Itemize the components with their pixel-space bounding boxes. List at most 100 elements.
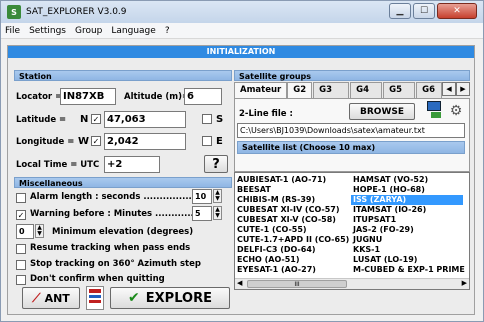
resume-checkbox[interactable] [16,244,26,254]
explore-button[interactable]: ✔ EXPLORE [110,287,230,309]
min-elevation-label: Minimum elevation (degrees) [52,227,194,237]
latitude-n-label: N [80,114,89,125]
tab-scroll-left-icon[interactable]: ◀ [442,82,456,96]
list-item[interactable]: KKS-1 [351,245,465,255]
warning-input[interactable]: 5 [192,206,212,221]
stop-tracking-checkbox[interactable] [16,260,26,270]
list-item-selected[interactable]: ISS (ZARYA) [351,195,463,205]
warning-spinner[interactable]: ▲ ▼ [213,206,222,220]
calculator-icon[interactable] [86,286,104,310]
latitude-n-checkbox[interactable]: ✓ [91,114,101,124]
altitude-label: Altitude (m)= [124,92,190,102]
list-item[interactable]: BEESAT [235,185,349,195]
localtime-label: Local Time = UTC [16,160,100,170]
tab-content: 2-Line file : BROWSE ⚙ C:\Users\BJ1039\D… [234,98,470,172]
tab-g5[interactable]: G5 [383,82,416,98]
initialization-header: INITIALIZATION [8,46,474,58]
locator-label: Locator = [16,92,63,102]
tab-g6[interactable]: G6 [416,82,443,98]
scroll-right-icon[interactable]: ▶ [462,279,467,287]
list-item[interactable]: LUSAT (LO-19) [351,255,465,265]
antenna-icon: ⟋ [32,290,41,305]
menu-help[interactable]: ? [165,26,170,36]
satellite-icon[interactable]: ⚙ [447,103,465,119]
alarm-checkbox[interactable] [16,193,26,203]
tab-amateur[interactable]: Amateur [234,82,288,98]
menu-settings[interactable]: Settings [29,26,66,36]
ant-label: ANT [44,291,70,305]
list-item[interactable]: HAMSAT (VO-52) [351,175,465,185]
tab-scroll-right-icon[interactable]: ▶ [456,82,470,96]
minimize-button[interactable]: ▁ [389,3,411,19]
longitude-w-checkbox[interactable]: ✓ [91,136,101,146]
list-item[interactable]: AUBIESAT-1 (AO-71) [235,175,349,185]
browse-button[interactable]: BROWSE [349,103,415,120]
latitude-s-checkbox[interactable] [202,114,212,124]
list-item[interactable]: CUBESAT XI-IV (CO-57) [235,205,349,215]
list-item[interactable]: CUBESAT XI-V (CO-58) [235,215,349,225]
path-input[interactable]: C:\Users\BJ1039\Downloads\satex\amateur.… [237,123,465,138]
satlist-col1: AUBIESAT-1 (AO-71) BEESAT CHIBIS-M (RS-3… [235,175,349,275]
no-confirm-checkbox[interactable] [16,275,26,285]
list-item[interactable]: JUGNU [351,235,465,245]
latitude-s-label: S [216,114,224,125]
app-window: S SAT_EXPLORER V3.0.9 ▁ ☐ ✕ File Setting… [0,0,484,322]
altitude-input[interactable]: 6 [184,88,222,105]
help-button[interactable]: ? [204,155,228,173]
alarm-label: Alarm length : seconds .................… [30,192,202,202]
network-icon[interactable] [425,101,443,121]
longitude-e-checkbox[interactable] [202,136,212,146]
maximize-button[interactable]: ☐ [413,3,435,19]
tab-g4[interactable]: G4 [350,82,383,98]
group-tabs: Amateur G2 G3 G4 G5 G6 [234,82,470,98]
min-elevation-spinner[interactable]: ▲ ▼ [35,224,44,238]
explore-label: EXPLORE [145,290,212,306]
left-panel: Station Locator = IN87XB Altitude (m)= 6… [14,70,232,285]
localtime-input[interactable]: +2 [104,156,160,173]
misc-heading: Miscellaneous [14,177,232,188]
latitude-label: Latitude = [16,115,67,125]
satgroups-heading: Satellite groups [234,70,470,81]
list-item[interactable]: ITAMSAT (IO-26) [351,205,465,215]
twoline-label: 2-Line file : [239,109,293,119]
checkmark-icon: ✔ [128,290,140,306]
stop-tracking-label: Stop tracking on 360° Azimuth step [30,259,201,269]
warning-checkbox[interactable]: ✓ [16,210,26,220]
menu-group[interactable]: Group [75,26,102,36]
horizontal-scrollbar[interactable]: ◀ III ▶ [235,278,469,289]
list-item[interactable]: M-CUBED & EXP-1 PRIME [351,265,465,275]
window-title: SAT_EXPLORER V3.0.9 [26,7,127,17]
alarm-input[interactable]: 10 [192,189,212,204]
ant-button[interactable]: ⟋ ANT [22,287,80,309]
list-item[interactable]: EYESAT-1 (AO-27) [235,265,349,275]
list-item[interactable]: CUTE-1.7+APD II (CO-65) [235,235,349,245]
main-panel: INITIALIZATION Station Locator = IN87XB … [7,45,475,315]
list-item[interactable]: CHIBIS-M (RS-39) [235,195,349,205]
longitude-input[interactable]: 2,042 [104,133,186,150]
locator-input[interactable]: IN87XB [60,88,116,105]
scroll-left-icon[interactable]: ◀ [237,279,242,287]
no-confirm-label: Don't confirm when quitting [30,274,165,284]
min-elevation-input[interactable]: 0 [16,224,34,239]
title-bar: S SAT_EXPLORER V3.0.9 ▁ ☐ ✕ [1,1,483,23]
latitude-input[interactable]: 47,063 [104,111,186,128]
right-panel: Satellite groups Amateur G2 G3 G4 G5 G6 … [234,70,470,300]
alarm-spinner[interactable]: ▲ ▼ [213,189,222,203]
longitude-w-label: W [78,136,90,147]
station-heading: Station [14,70,232,81]
list-item[interactable]: CUTE-1 (CO-55) [235,225,349,235]
list-item[interactable]: HOPE-1 (HO-68) [351,185,465,195]
list-item[interactable]: DELFI-C3 (DO-64) [235,245,349,255]
list-item[interactable]: ITUPSAT1 [351,215,465,225]
tab-g3[interactable]: G3 [313,82,350,98]
list-item[interactable]: ECHO (AO-51) [235,255,349,265]
scroll-thumb[interactable]: III [247,280,347,288]
resume-label: Resume tracking when pass ends [30,243,191,253]
list-item[interactable]: JAS-2 (FO-29) [351,225,465,235]
menu-language[interactable]: Language [111,26,155,36]
close-button[interactable]: ✕ [437,3,477,19]
satellite-listbox[interactable]: AUBIESAT-1 (AO-71) BEESAT CHIBIS-M (RS-3… [234,172,470,290]
menu-file[interactable]: File [5,26,20,36]
longitude-label: Longitude = [16,137,75,147]
tab-g2[interactable]: G2 [287,82,313,98]
